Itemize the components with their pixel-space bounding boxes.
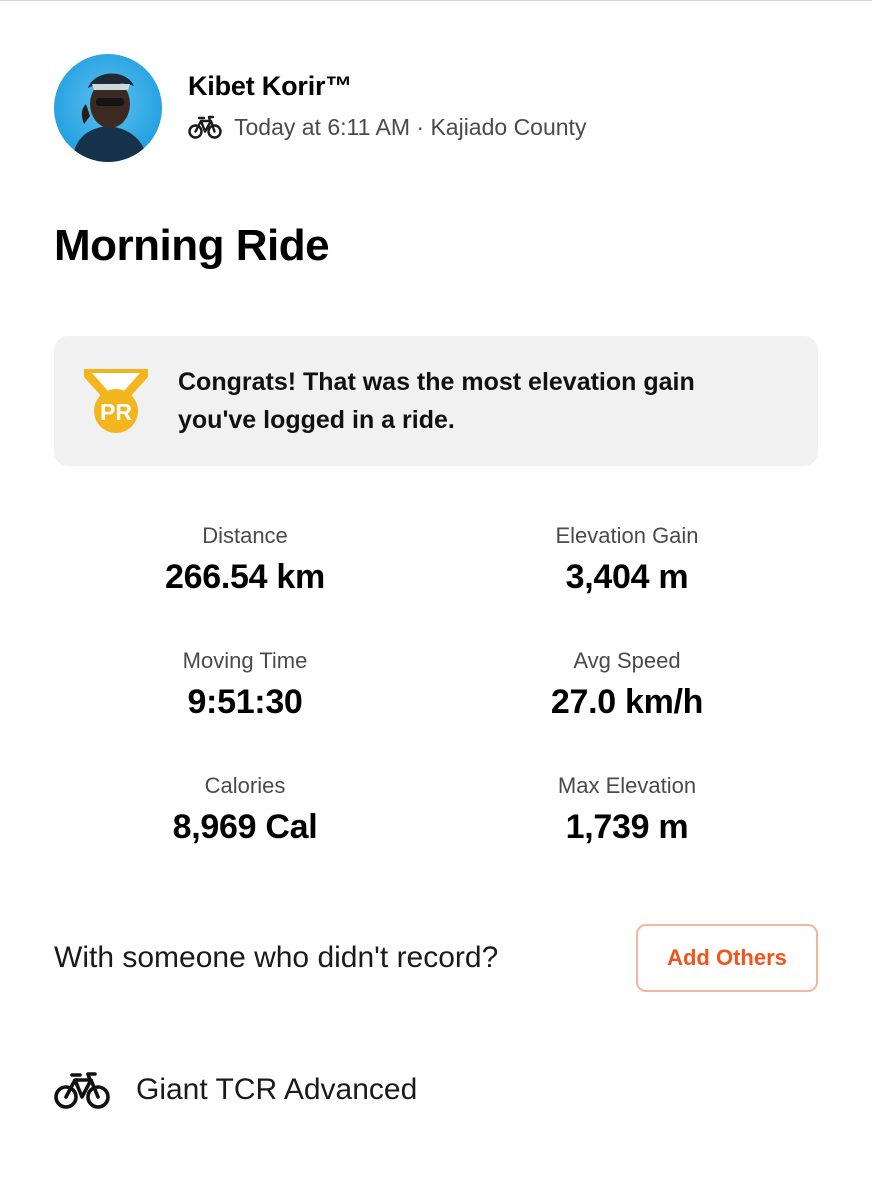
stat-value: 3,404 m [565,558,689,596]
add-others-row: With someone who didn't record? Add Othe… [54,924,818,992]
stat-elevation-gain: Elevation Gain 3,404 m [436,520,818,602]
user-avatar[interactable] [54,54,162,162]
stat-label: Avg Speed [573,648,681,673]
stat-calories: Calories 8,969 Cal [54,770,436,852]
pr-achievement-banner[interactable]: PR Congrats! That was the most elevation… [54,336,818,466]
pr-medal-icon: PR [84,369,148,433]
pr-message: Congrats! That was the most elevation ga… [178,368,695,434]
stat-value: 9:51:30 [187,683,303,721]
athlete-name[interactable]: Kibet Korir™ [188,68,586,104]
stat-label: Calories [204,773,286,798]
stat-value: 1,739 m [565,808,689,846]
cyclist-avatar-photo [54,54,162,162]
stat-value: 27.0 km/h [550,683,704,721]
bike-icon [188,115,222,139]
stat-label: Moving Time [182,648,308,673]
add-others-prompt: With someone who didn't record? [54,941,499,974]
stat-label: Max Elevation [557,773,697,798]
add-others-button[interactable]: Add Others [636,924,818,992]
activity-header: Kibet Korir™ Today at 6:11 AM · Kajiado … [54,54,586,162]
stat-label: Elevation Gain [555,523,699,548]
activity-datetime-location: Today at 6:11 AM · Kajiado County [234,113,587,140]
stat-moving-time: Moving Time 9:51:30 [54,645,436,727]
activity-title[interactable]: Morning Ride [54,216,330,276]
stat-value: 8,969 Cal [172,808,318,846]
stat-avg-speed: Avg Speed 27.0 km/h [436,645,818,727]
stat-max-elevation: Max Elevation 1,739 m [436,770,818,852]
gear-row[interactable]: Giant TCR Advanced [54,1062,417,1118]
pr-badge-text: PR [100,399,132,425]
activity-meta: Today at 6:11 AM · Kajiado County [188,114,586,141]
stat-distance: Distance 266.54 km [54,520,436,602]
bike-icon [54,1072,110,1109]
stat-label: Distance [202,523,288,548]
stat-value: 266.54 km [165,558,325,596]
top-divider [0,0,872,1]
gear-name: Giant TCR Advanced [136,1073,418,1106]
